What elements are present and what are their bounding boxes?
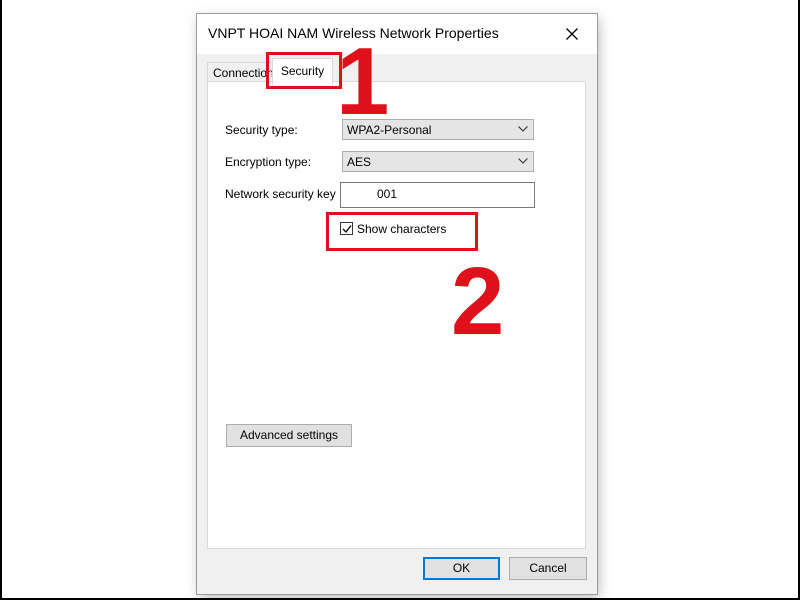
cancel-button[interactable]: Cancel — [509, 557, 587, 580]
network-key-value: 001 — [377, 187, 398, 201]
network-key-label: Network security key — [225, 187, 336, 201]
step-number-2: 2 — [451, 248, 505, 355]
encryption-type-select[interactable]: AES — [342, 151, 534, 172]
ok-button[interactable]: OK — [423, 557, 500, 580]
tab-security[interactable]: Security — [272, 58, 333, 85]
network-key-input[interactable]: 001 — [340, 182, 535, 208]
security-type-label: Security type: — [225, 123, 298, 137]
security-panel: Security type: WPA2-Personal Encryption … — [207, 81, 586, 549]
frame-left-border — [0, 0, 2, 600]
advanced-settings-button[interactable]: Advanced settings — [226, 424, 352, 447]
encryption-type-label: Encryption type: — [225, 155, 312, 169]
chevron-down-icon — [518, 126, 528, 132]
close-icon — [566, 28, 578, 40]
tab-connection[interactable]: Connection — [207, 62, 275, 83]
wireless-properties-dialog: VNPT HOAI NAM Wireless Network Propertie… — [197, 14, 597, 594]
show-characters-highlight — [326, 212, 478, 251]
title-bar: VNPT HOAI NAM Wireless Network Propertie… — [197, 14, 597, 54]
step-number-1: 1 — [336, 28, 390, 135]
encryption-type-value: AES — [347, 155, 372, 169]
chevron-down-icon — [518, 158, 528, 164]
close-button[interactable] — [552, 18, 592, 50]
